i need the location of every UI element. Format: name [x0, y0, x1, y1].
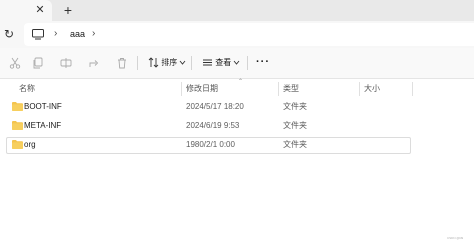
- sort-button[interactable]: 排序: [148, 55, 186, 71]
- file-type: 文件夹: [283, 140, 307, 149]
- tab-aaa[interactable]: ✕: [0, 0, 52, 21]
- file-name: org: [24, 140, 36, 149]
- column-header-modified[interactable]: 修改日期: [186, 84, 218, 94]
- chevron-right-icon[interactable]: ›: [54, 28, 57, 40]
- file-modified: 2024/6/19 9:53: [186, 121, 240, 130]
- view-icon: [203, 59, 212, 66]
- folder-icon: [12, 102, 23, 111]
- file-name: META-INF: [24, 121, 62, 130]
- column-header-name[interactable]: 名称: [19, 84, 35, 94]
- column-header-size[interactable]: 大小: [364, 84, 380, 94]
- sort-icon: [148, 57, 159, 69]
- file-type: 文件夹: [283, 121, 307, 130]
- toolbar-divider: [247, 56, 248, 70]
- rename-icon[interactable]: [60, 57, 72, 69]
- chevron-right-icon[interactable]: ›: [92, 28, 95, 40]
- folder-icon: [12, 121, 23, 130]
- chevron-down-icon: [234, 61, 240, 66]
- file-name: BOOT-INF: [24, 102, 62, 111]
- tab-bar: ✕ +: [0, 0, 474, 21]
- sort-indicator-icon: ⌃: [238, 79, 244, 85]
- column-divider[interactable]: [278, 82, 279, 96]
- more-options-button[interactable]: ···: [256, 55, 270, 69]
- file-row[interactable]: BOOT-INF 2024/5/17 18:20 文件夹: [6, 99, 411, 116]
- column-divider[interactable]: [412, 82, 413, 96]
- file-row[interactable]: META-INF 2024/6/19 9:53 文件夹: [6, 118, 411, 135]
- command-bar: 排序 查看 ···: [0, 48, 474, 79]
- computer-icon[interactable]: [32, 29, 44, 40]
- file-row[interactable]: org 1980/2/1 0:00 文件夹: [6, 137, 411, 154]
- folder-icon: [12, 140, 23, 149]
- view-button[interactable]: 查看: [202, 55, 240, 71]
- toolbar-divider: [137, 56, 138, 70]
- file-type: 文件夹: [283, 102, 307, 111]
- copy-icon[interactable]: [32, 57, 44, 69]
- chevron-down-icon: [180, 61, 186, 66]
- column-header-type[interactable]: 类型: [283, 84, 299, 94]
- file-modified: 1980/2/1 0:00: [186, 140, 235, 149]
- delete-icon[interactable]: [116, 57, 128, 69]
- address-field[interactable]: › aaa ›: [24, 23, 474, 46]
- refresh-button[interactable]: ↻: [3, 27, 15, 41]
- toolbar-divider: [191, 56, 192, 70]
- file-modified: 2024/5/17 18:20: [186, 102, 244, 111]
- cut-icon[interactable]: [9, 57, 21, 69]
- address-bar-row: ↻ › aaa ›: [0, 21, 474, 48]
- close-tab-button[interactable]: ✕: [33, 3, 47, 17]
- column-divider[interactable]: [181, 82, 182, 96]
- new-tab-button[interactable]: +: [61, 2, 75, 18]
- breadcrumb-item[interactable]: aaa: [70, 28, 85, 40]
- sort-label: 排序: [161, 58, 178, 67]
- watermark: CSDN @ltl9: [447, 236, 464, 240]
- column-divider[interactable]: [359, 82, 360, 96]
- share-icon[interactable]: [88, 57, 100, 69]
- view-label: 查看: [215, 58, 232, 67]
